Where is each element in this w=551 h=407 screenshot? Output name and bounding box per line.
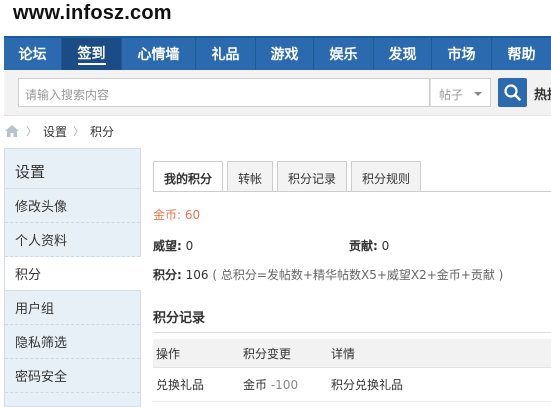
site-watermark: www.infosz.com: [13, 2, 172, 24]
total-credit-line: 积分: 106 ( 总积分=发帖数+精华帖数X5+威望X2+金币+贡献 ): [153, 266, 503, 283]
search-button[interactable]: [498, 78, 527, 107]
tab-credit-log[interactable]: 积分记录: [277, 161, 348, 192]
cell-detail: 积分兑换礼品: [331, 378, 404, 392]
credit-formula: ( 总积分=发帖数+精华帖数X5+威望X2+金币+贡献 ): [212, 268, 504, 282]
credit-tabs: 我的积分 转帐 积分记录 积分规则: [153, 161, 425, 192]
breadcrumb-item-credits: 积分: [90, 124, 115, 139]
cell-change-value: -100: [270, 378, 299, 392]
nav-item-discover[interactable]: 发现: [374, 38, 432, 70]
prestige-value: 0: [185, 239, 194, 253]
search-scope-value: 帖子: [439, 88, 464, 102]
credit-records-table: 操作 积分变更 详情 兑换礼品 金币 -100 积分兑换礼品: [153, 339, 551, 402]
header-action: 操作: [156, 346, 181, 361]
nav-item-mood-wall[interactable]: 心情墙: [122, 38, 196, 70]
header-change: 积分变更: [243, 346, 292, 361]
sidebar-title: 设置: [5, 149, 140, 189]
nav-label: 游戏: [270, 47, 299, 63]
sidebar-item-label: 隐私筛选: [15, 336, 68, 351]
chevron-right-icon: 〉: [26, 125, 37, 138]
nav-label: 帮助: [507, 47, 536, 63]
breadcrumb: 〉 设置 〉 积分: [4, 120, 114, 142]
total-credit-label: 积分:: [153, 268, 182, 282]
chevron-down-icon: [474, 92, 482, 96]
total-credit-value: 106: [185, 268, 209, 282]
records-title: 积分记录: [153, 311, 206, 326]
contribution-label: 贡献:: [349, 239, 378, 253]
table-row: 兑换礼品 金币 -100 积分兑换礼品: [153, 368, 551, 402]
sidebar-item-label: 密码安全: [15, 370, 68, 385]
sidebar-item-label: 用户组: [15, 302, 55, 317]
breadcrumb-item-settings[interactable]: 设置: [43, 123, 67, 140]
sidebar-item-label: 个人资料: [15, 234, 68, 249]
nav-label: 心情墙: [137, 47, 180, 63]
nav-item-games[interactable]: 游戏: [256, 38, 314, 70]
search-input[interactable]: 请输入搜索内容: [18, 78, 430, 107]
sidebar-item-password[interactable]: 密码安全: [5, 359, 140, 393]
settings-sidebar: 设置 修改头像 个人资料 积分 用户组 隐私筛选 密码安全: [4, 148, 141, 407]
gold-label: 金币:: [153, 208, 182, 222]
nav-label: 娱乐: [329, 47, 358, 63]
nav-item-forum[interactable]: 论坛: [4, 38, 62, 70]
prestige-label: 威望:: [153, 239, 182, 253]
nav-item-checkin[interactable]: 签到: [62, 38, 122, 70]
hot-search-label[interactable]: 热搜: [534, 84, 551, 103]
nav-label: 礼品: [211, 47, 240, 63]
nav-label: 签到: [77, 43, 106, 65]
header-detail: 详情: [331, 346, 356, 361]
nav-item-help[interactable]: 帮助: [492, 38, 551, 70]
nav-label: 发现: [388, 47, 417, 63]
home-icon[interactable]: [4, 124, 20, 138]
main-nav: 论坛 签到 心情墙 礼品 游戏 娱乐 发现 市场 帮助: [4, 36, 551, 70]
prestige-line: 威望: 0: [153, 237, 193, 254]
nav-label: 市场: [447, 47, 476, 63]
sidebar-item-avatar[interactable]: 修改头像: [5, 189, 140, 223]
gold-value: 60: [184, 208, 201, 222]
tab-transfer[interactable]: 转帐: [227, 161, 274, 192]
search-scope-select[interactable]: 帖子: [430, 78, 491, 107]
contribution-line: 贡献: 0: [349, 237, 389, 254]
search-icon: [504, 84, 521, 101]
cell-action: 兑换礼品: [156, 378, 205, 392]
nav-item-gifts[interactable]: 礼品: [196, 38, 256, 70]
tab-credit-rules[interactable]: 积分规则: [351, 161, 422, 192]
gold-line: 金币: 60: [153, 206, 200, 223]
nav-label: 论坛: [18, 47, 47, 63]
chevron-right-icon: 〉: [73, 125, 85, 138]
credits-panel: 我的积分 转帐 积分记录 积分规则 金币: 60 威望: 0 贡献: 0 积分:…: [141, 148, 551, 407]
tab-my-credits[interactable]: 我的积分: [153, 161, 224, 192]
nav-item-market[interactable]: 市场: [432, 38, 492, 70]
cell-change: 金币 -100: [243, 376, 331, 393]
nav-item-entertainment[interactable]: 娱乐: [314, 38, 374, 70]
sidebar-item-profile[interactable]: 个人资料: [5, 223, 140, 257]
sidebar-item-usergroup[interactable]: 用户组: [5, 291, 140, 325]
cell-currency: 金币: [243, 378, 268, 392]
sidebar-item-label: 修改头像: [15, 200, 68, 215]
contribution-value: 0: [381, 239, 390, 253]
sidebar-item-privacy[interactable]: 隐私筛选: [5, 325, 140, 359]
search-bar: 请输入搜索内容 帖子 热搜: [4, 70, 551, 116]
sidebar-item-credits[interactable]: 积分: [5, 257, 141, 291]
tab-divider: [153, 191, 551, 192]
sidebar-item-label: 积分: [15, 268, 42, 283]
table-header: 操作 积分变更 详情: [153, 339, 551, 368]
records-divider: [153, 332, 551, 333]
